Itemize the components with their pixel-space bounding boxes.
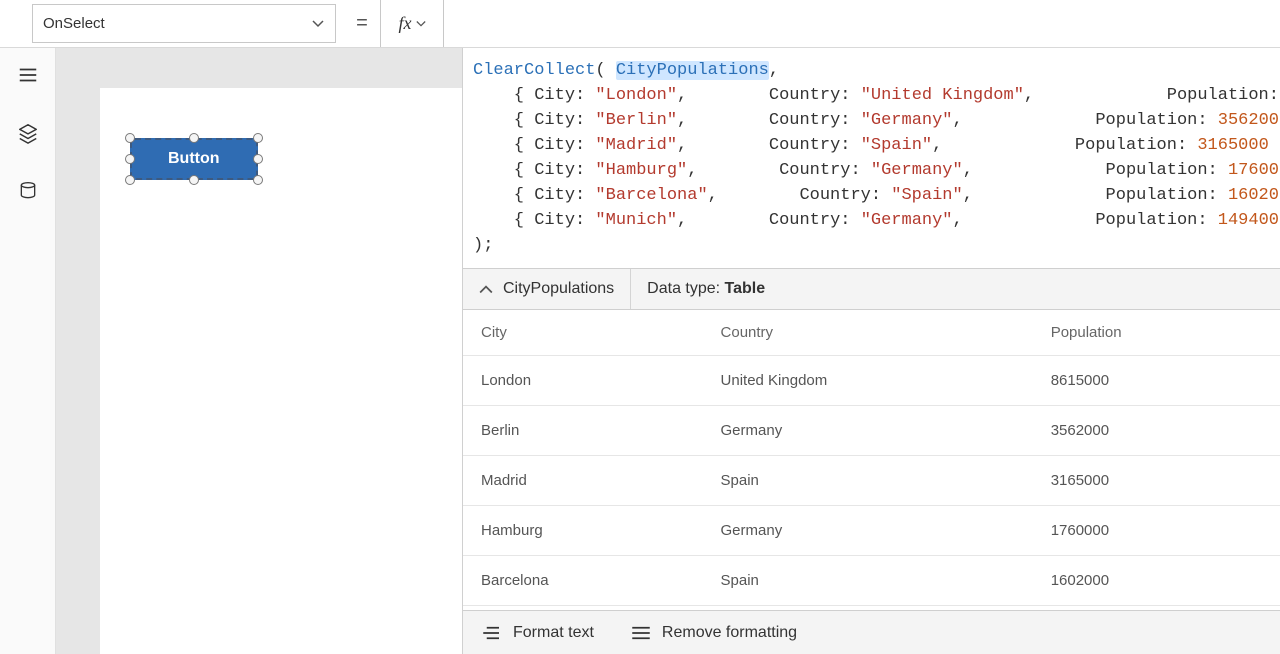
formula-bar: OnSelect = fx — [0, 0, 1280, 48]
chevron-down-icon — [416, 19, 426, 29]
column-header[interactable]: City — [463, 310, 703, 356]
result-name-section[interactable]: CityPopulations — [463, 269, 630, 309]
table-cell: Germany — [703, 506, 1033, 556]
format-text-icon — [481, 626, 503, 640]
screen-canvas[interactable]: Button — [100, 88, 462, 654]
table-row[interactable]: BerlinGermany3562000 — [463, 406, 1280, 456]
database-icon[interactable] — [17, 180, 39, 202]
resize-handle-tl[interactable] — [125, 133, 135, 143]
fx-button[interactable]: fx — [380, 0, 444, 47]
table-cell: Berlin — [463, 406, 703, 456]
left-rail — [0, 48, 56, 654]
formula-inspector: ClearCollect( CityPopulations, { City: "… — [462, 48, 1280, 654]
resize-handle-b[interactable] — [189, 175, 199, 185]
table-cell: United Kingdom — [703, 356, 1033, 406]
data-type-label: Data type: — [647, 280, 724, 297]
result-header: CityPopulations Data type: Table — [463, 268, 1280, 310]
table-row[interactable]: HamburgGermany1760000 — [463, 506, 1280, 556]
table-cell: 3165000 — [1033, 456, 1280, 506]
equals-label: = — [344, 0, 380, 47]
resize-handle-r[interactable] — [253, 154, 263, 164]
chevron-down-icon — [311, 17, 325, 31]
format-text-button[interactable]: Format text — [481, 624, 594, 642]
table-cell: Spain — [703, 456, 1033, 506]
table-cell: Germany — [703, 406, 1033, 456]
remove-formatting-button[interactable]: Remove formatting — [630, 624, 797, 642]
resize-handle-bl[interactable] — [125, 175, 135, 185]
table-cell: Spain — [703, 556, 1033, 606]
result-name: CityPopulations — [503, 280, 614, 298]
table-cell: 1760000 — [1033, 506, 1280, 556]
column-header[interactable]: Population — [1033, 310, 1280, 356]
table-cell: Madrid — [463, 456, 703, 506]
formula-bar-tail — [444, 0, 1280, 47]
column-header[interactable]: Country — [703, 310, 1033, 356]
formula-editor[interactable]: ClearCollect( CityPopulations, { City: "… — [463, 48, 1280, 268]
remove-formatting-label: Remove formatting — [662, 624, 797, 642]
table-row[interactable]: LondonUnited Kingdom8615000 — [463, 356, 1280, 406]
table-cell: 1602000 — [1033, 556, 1280, 606]
table-cell: London — [463, 356, 703, 406]
result-table: CityCountryPopulation LondonUnited Kingd… — [463, 310, 1280, 606]
resize-handle-tr[interactable] — [253, 133, 263, 143]
table-row[interactable]: BarcelonaSpain1602000 — [463, 556, 1280, 606]
fx-icon: fx — [399, 13, 412, 34]
selected-control[interactable]: Button — [130, 138, 258, 180]
result-table-wrap[interactable]: CityCountryPopulation LondonUnited Kingd… — [463, 310, 1280, 610]
resize-handle-t[interactable] — [189, 133, 199, 143]
data-type-value: Table — [725, 280, 766, 297]
layers-icon[interactable] — [17, 122, 39, 144]
hamburger-icon[interactable] — [17, 64, 39, 86]
table-cell: Barcelona — [463, 556, 703, 606]
remove-formatting-icon — [630, 626, 652, 640]
resize-handle-l[interactable] — [125, 154, 135, 164]
canvas-area: Button — [56, 48, 462, 654]
table-row[interactable]: MadridSpain3165000 — [463, 456, 1280, 506]
table-cell: 8615000 — [1033, 356, 1280, 406]
format-text-label: Format text — [513, 624, 594, 642]
table-cell: 3562000 — [1033, 406, 1280, 456]
chevron-up-icon — [479, 282, 493, 296]
resize-handle-br[interactable] — [253, 175, 263, 185]
property-name: OnSelect — [43, 15, 105, 32]
property-dropdown[interactable]: OnSelect — [32, 4, 336, 43]
result-type-section: Data type: Table — [631, 269, 781, 309]
formula-footer: Format text Remove formatting — [463, 610, 1280, 654]
button-control[interactable]: Button — [130, 138, 258, 180]
table-cell: Hamburg — [463, 506, 703, 556]
